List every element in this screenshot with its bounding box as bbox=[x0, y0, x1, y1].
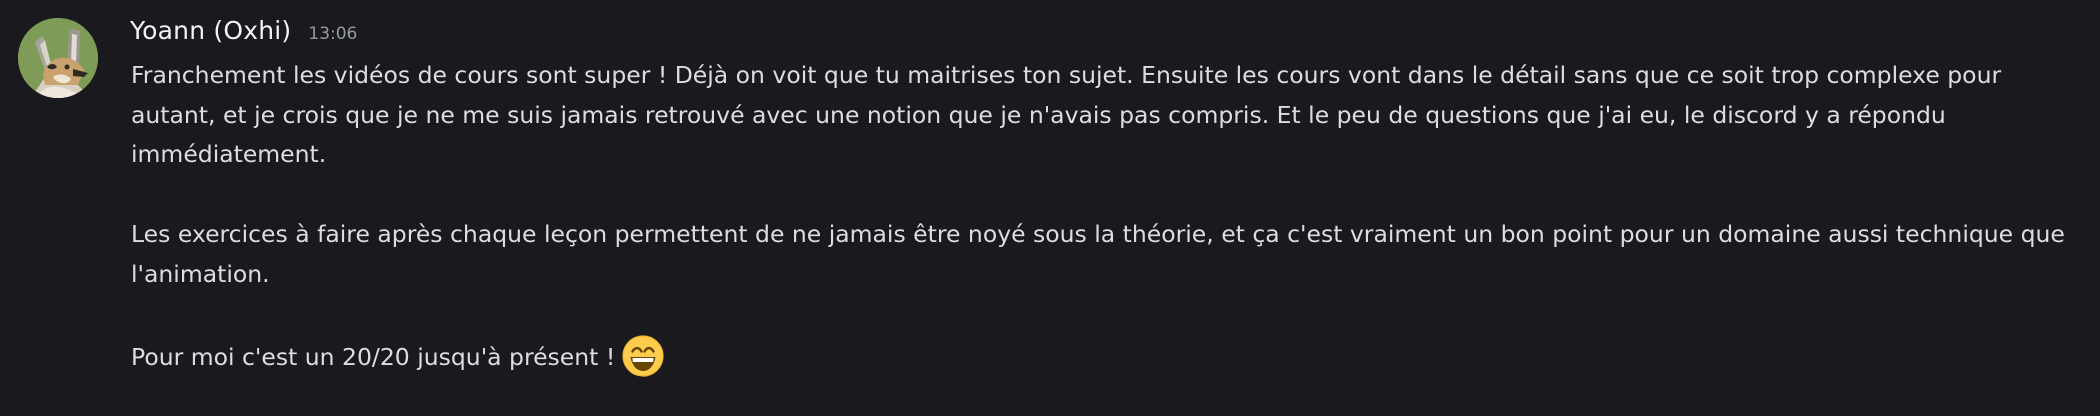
message-paragraph: Les exercices à faire après chaque leçon… bbox=[131, 219, 2065, 288]
chat-message: Yoann (Oxhi) 13:06 Franchement les vidéo… bbox=[0, 0, 2100, 416]
message-paragraph: Pour moi c'est un 20/20 jusqu'à présent … bbox=[131, 342, 616, 371]
message-timestamp[interactable]: 13:06 bbox=[308, 24, 357, 44]
message-content: Franchement les vidéos de cours sont sup… bbox=[131, 56, 2071, 378]
author-name[interactable]: Yoann (Oxhi) bbox=[130, 16, 291, 45]
fox-avatar-icon bbox=[18, 18, 98, 98]
message-header: Yoann (Oxhi) 13:06 bbox=[130, 16, 357, 54]
message-last-line: Pour moi c'est un 20/20 jusqu'à présent … bbox=[131, 334, 2071, 378]
message-paragraph: Franchement les vidéos de cours sont sup… bbox=[131, 61, 2002, 169]
user-avatar[interactable] bbox=[18, 18, 98, 98]
grinning-smiling-eyes-emoji[interactable] bbox=[621, 334, 665, 378]
